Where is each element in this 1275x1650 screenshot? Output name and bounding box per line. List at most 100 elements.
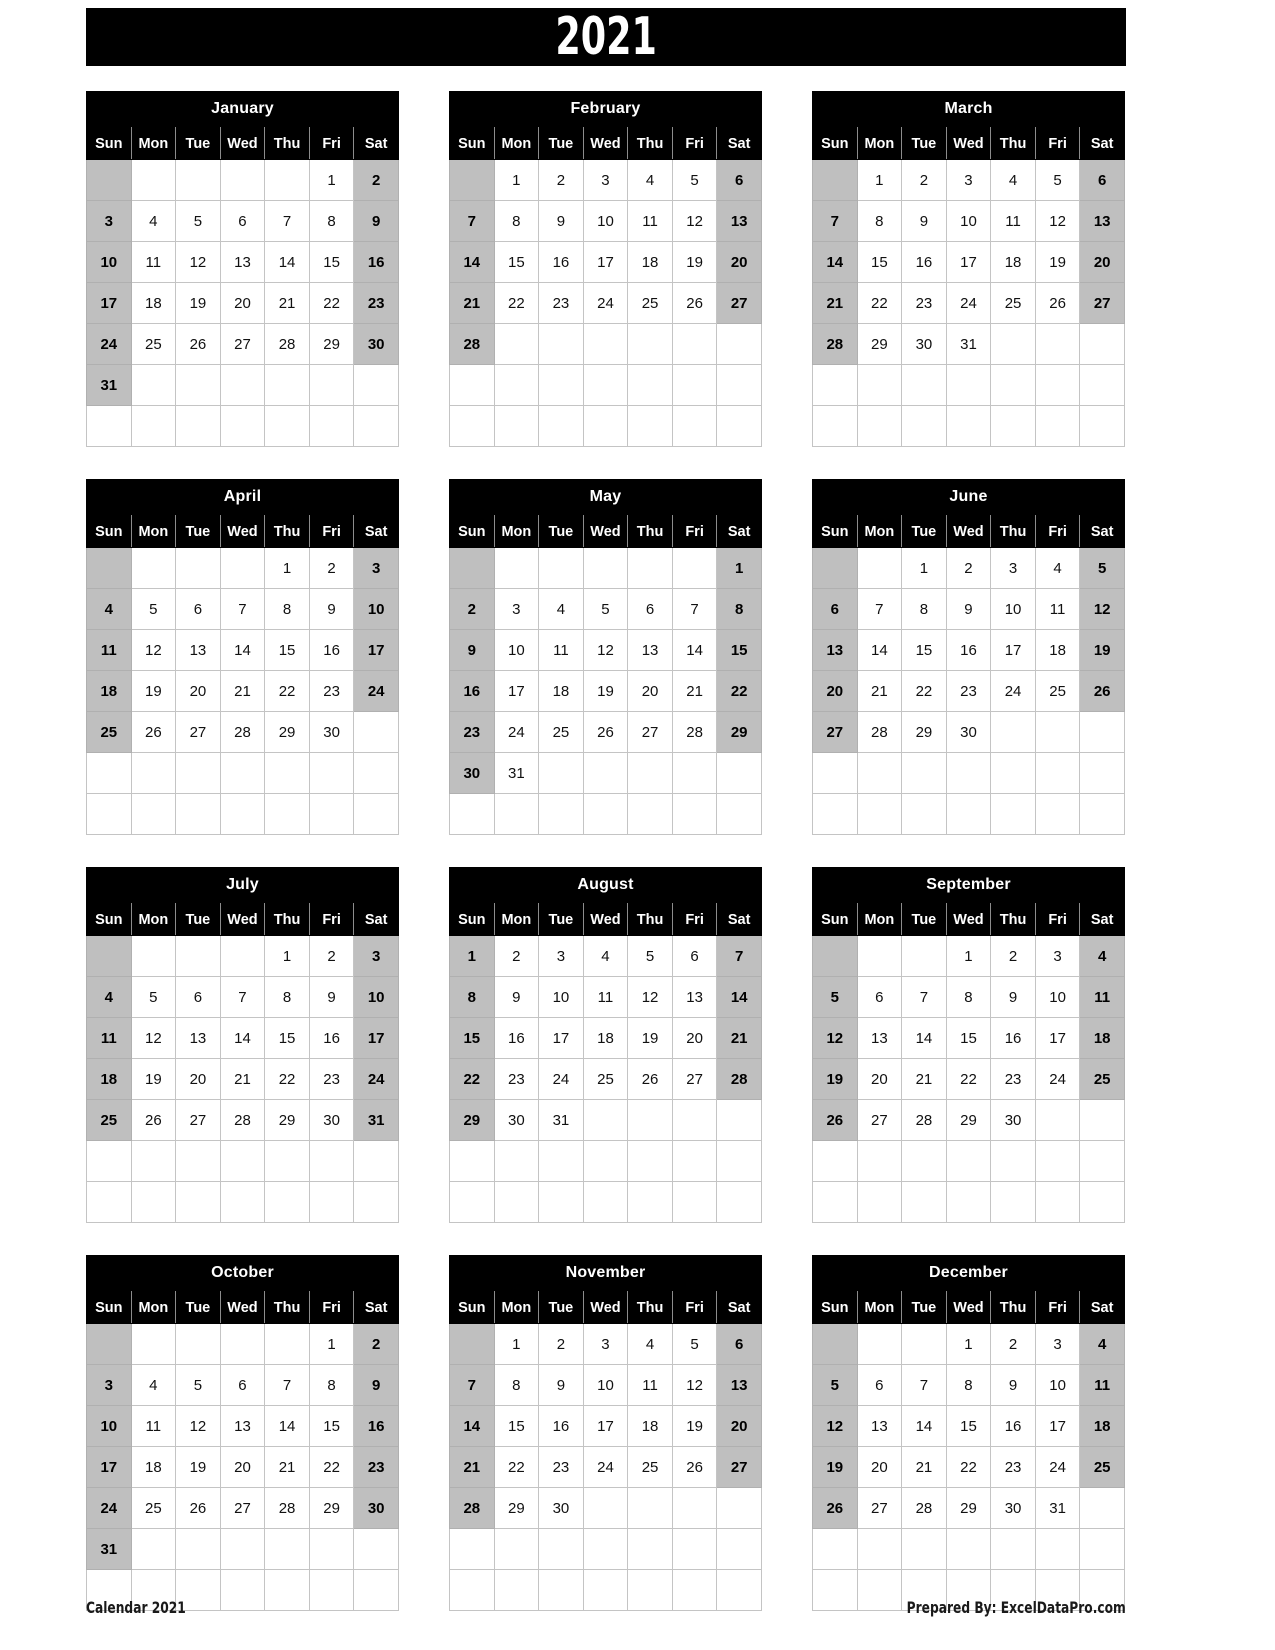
day-cell[interactable]: 15 [264, 629, 310, 671]
day-cell[interactable]: 15 [945, 1017, 992, 1059]
day-cell[interactable]: 13 [856, 1405, 903, 1447]
day-cell[interactable]: 31 [945, 323, 992, 365]
day-cell[interactable]: 19 [130, 670, 177, 712]
day-cell[interactable]: 4 [627, 1323, 673, 1365]
day-cell[interactable]: 15 [716, 629, 762, 671]
day-cell[interactable]: 3 [86, 1364, 132, 1406]
day-cell[interactable]: 17 [582, 1405, 629, 1447]
day-cell[interactable]: 29 [901, 711, 947, 753]
day-cell[interactable]: 31 [86, 364, 132, 406]
day-cell[interactable]: 6 [175, 976, 221, 1018]
day-cell[interactable]: 3 [493, 588, 540, 630]
day-cell[interactable]: 16 [353, 241, 399, 283]
day-cell[interactable]: 16 [990, 1017, 1036, 1059]
day-cell[interactable]: 2 [308, 935, 355, 977]
day-cell[interactable]: 4 [86, 976, 132, 1018]
day-cell[interactable]: 14 [449, 241, 495, 283]
day-cell[interactable]: 26 [175, 323, 221, 365]
day-cell[interactable]: 11 [538, 629, 584, 671]
day-cell[interactable]: 26 [130, 711, 177, 753]
day-cell[interactable]: 2 [353, 1323, 399, 1365]
day-cell[interactable]: 26 [1034, 282, 1081, 324]
day-cell[interactable]: 21 [812, 282, 858, 324]
day-cell[interactable]: 13 [671, 976, 718, 1018]
day-cell[interactable]: 10 [538, 976, 584, 1018]
day-cell[interactable]: 30 [308, 711, 355, 753]
day-cell[interactable]: 29 [308, 323, 355, 365]
day-cell[interactable]: 1 [856, 159, 903, 201]
day-cell[interactable]: 16 [493, 1017, 540, 1059]
day-cell[interactable]: 15 [308, 1405, 355, 1447]
day-cell[interactable]: 18 [86, 670, 132, 712]
day-cell[interactable]: 12 [627, 976, 673, 1018]
day-cell[interactable]: 4 [538, 588, 584, 630]
day-cell[interactable]: 9 [493, 976, 540, 1018]
day-cell[interactable]: 29 [493, 1487, 540, 1529]
day-cell[interactable]: 13 [627, 629, 673, 671]
day-cell[interactable]: 18 [627, 241, 673, 283]
day-cell[interactable]: 16 [353, 1405, 399, 1447]
day-cell[interactable]: 8 [264, 588, 310, 630]
day-cell[interactable]: 19 [1079, 629, 1125, 671]
day-cell[interactable]: 12 [130, 1017, 177, 1059]
day-cell[interactable]: 16 [538, 241, 584, 283]
day-cell[interactable]: 28 [449, 323, 495, 365]
day-cell[interactable]: 21 [856, 670, 903, 712]
day-cell[interactable]: 5 [582, 588, 629, 630]
day-cell[interactable]: 2 [945, 547, 992, 589]
day-cell[interactable]: 21 [449, 1446, 495, 1488]
day-cell[interactable]: 25 [582, 1058, 629, 1100]
day-cell[interactable]: 25 [130, 323, 177, 365]
day-cell[interactable]: 10 [1034, 976, 1081, 1018]
day-cell[interactable]: 9 [308, 976, 355, 1018]
day-cell[interactable]: 17 [86, 282, 132, 324]
day-cell[interactable]: 27 [175, 711, 221, 753]
day-cell[interactable]: 20 [856, 1058, 903, 1100]
day-cell[interactable]: 18 [86, 1058, 132, 1100]
day-cell[interactable]: 29 [945, 1099, 992, 1141]
day-cell[interactable]: 4 [86, 588, 132, 630]
day-cell[interactable]: 26 [582, 711, 629, 753]
day-cell[interactable]: 9 [901, 200, 947, 242]
day-cell[interactable]: 7 [449, 200, 495, 242]
day-cell[interactable]: 7 [219, 976, 266, 1018]
day-cell[interactable]: 2 [493, 935, 540, 977]
day-cell[interactable]: 7 [264, 200, 310, 242]
day-cell[interactable]: 7 [901, 1364, 947, 1406]
day-cell[interactable]: 21 [264, 282, 310, 324]
day-cell[interactable]: 6 [219, 1364, 266, 1406]
day-cell[interactable]: 24 [86, 1487, 132, 1529]
day-cell[interactable]: 27 [175, 1099, 221, 1141]
day-cell[interactable]: 24 [582, 282, 629, 324]
day-cell[interactable]: 14 [449, 1405, 495, 1447]
day-cell[interactable]: 30 [308, 1099, 355, 1141]
day-cell[interactable]: 25 [1034, 670, 1081, 712]
day-cell[interactable]: 1 [493, 159, 540, 201]
day-cell[interactable]: 13 [716, 1364, 762, 1406]
day-cell[interactable]: 14 [812, 241, 858, 283]
day-cell[interactable]: 3 [990, 547, 1036, 589]
day-cell[interactable]: 4 [1079, 935, 1125, 977]
day-cell[interactable]: 1 [945, 935, 992, 977]
day-cell[interactable]: 12 [175, 1405, 221, 1447]
day-cell[interactable]: 1 [716, 547, 762, 589]
day-cell[interactable]: 15 [493, 241, 540, 283]
day-cell[interactable]: 23 [308, 1058, 355, 1100]
day-cell[interactable]: 11 [1079, 1364, 1125, 1406]
day-cell[interactable]: 11 [627, 200, 673, 242]
day-cell[interactable]: 26 [812, 1487, 858, 1529]
day-cell[interactable]: 29 [716, 711, 762, 753]
day-cell[interactable]: 25 [627, 282, 673, 324]
day-cell[interactable]: 26 [671, 282, 718, 324]
day-cell[interactable]: 27 [671, 1058, 718, 1100]
day-cell[interactable]: 29 [264, 1099, 310, 1141]
day-cell[interactable]: 24 [945, 282, 992, 324]
day-cell[interactable]: 30 [945, 711, 992, 753]
day-cell[interactable]: 27 [219, 323, 266, 365]
day-cell[interactable]: 20 [219, 1446, 266, 1488]
day-cell[interactable]: 20 [856, 1446, 903, 1488]
day-cell[interactable]: 9 [353, 1364, 399, 1406]
day-cell[interactable]: 14 [219, 1017, 266, 1059]
day-cell[interactable]: 23 [353, 1446, 399, 1488]
day-cell[interactable]: 5 [671, 159, 718, 201]
